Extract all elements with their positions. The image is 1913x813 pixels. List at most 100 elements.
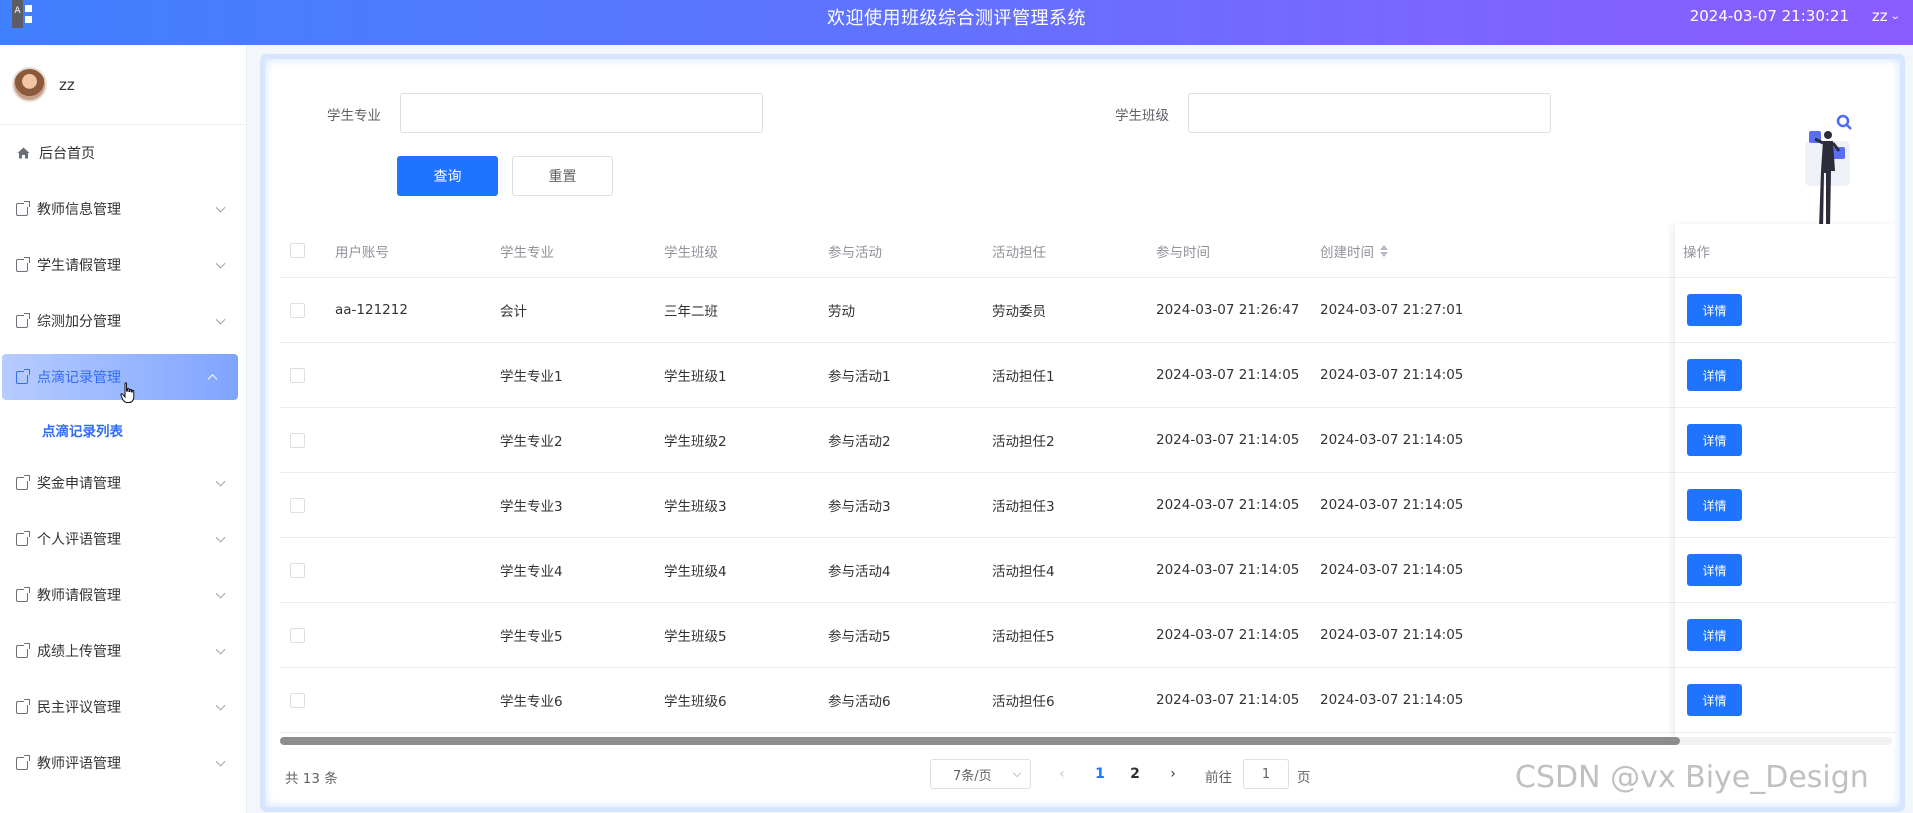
table-cell-role: 活动担任4 [992, 564, 1055, 580]
operations-row: 详情 [1675, 538, 1895, 603]
table-cell-major: 会计 [500, 304, 527, 320]
select-all-checkbox[interactable] [290, 243, 305, 258]
sidebar-item-teacher-info[interactable]: 教师信息管理 [0, 181, 246, 237]
chevron-left-icon[interactable]: ‹ [1047, 759, 1077, 789]
table-cell-join-time: 2024-03-07 21:14:05 [1156, 497, 1300, 513]
table-row: 学生专业6 学生班级6 参与活动6 活动担任6 2024-03-07 21:14:05 2… [280, 668, 1892, 733]
column-header: 参与时间 [1156, 244, 1210, 261]
document-icon [16, 530, 30, 546]
column-header-created[interactable]: 创建时间 [1320, 224, 1388, 277]
sidebar: zz 后台首页 教师信息管理 学生请假管理 综测加分管理 点滴记录管理 点滴记录… [0, 45, 247, 813]
horizontal-scrollbar[interactable] [280, 737, 1892, 745]
goto-label: 前往 [1205, 770, 1232, 786]
detail-button[interactable]: 详情 [1687, 554, 1742, 586]
chevron-down-icon [215, 202, 226, 213]
system-title: 欢迎使用班级综合测评管理系统 [827, 8, 1086, 29]
row-checkbox[interactable] [290, 302, 305, 318]
page-button-1[interactable]: 1 [1085, 759, 1115, 789]
operations-row: 详情 [1675, 408, 1895, 473]
row-checkbox[interactable] [290, 562, 305, 578]
table-cell-activity: 参与活动2 [828, 434, 891, 450]
sidebar-item-grades-upload[interactable]: 成绩上传管理 [0, 623, 246, 679]
table-cell-created: 2024-03-07 21:14:05 [1320, 367, 1464, 383]
column-header: 活动担任 [992, 244, 1046, 261]
submenu-item-label: 点滴记录列表 [42, 424, 123, 440]
table-row: 学生专业2 学生班级2 参与活动2 活动担任2 2024-03-07 21:14:05 2… [280, 408, 1892, 473]
column-header: 参与活动 [828, 244, 882, 261]
sidebar-item-personal-comments[interactable]: 个人评语管理 [0, 511, 246, 567]
table-row: 学生专业4 学生班级4 参与活动4 活动担任4 2024-03-07 21:14:05 2… [280, 538, 1892, 603]
sidebar-menu: 后台首页 教师信息管理 学生请假管理 综测加分管理 点滴记录管理 点滴记录列表 … [0, 125, 246, 791]
chevron-down-icon [215, 314, 226, 325]
table-cell-role: 活动担任3 [992, 499, 1055, 515]
table-cell-activity: 参与活动3 [828, 499, 891, 515]
page-size-select[interactable]: 7条/页 [930, 759, 1031, 789]
chevron-right-icon[interactable]: › [1158, 759, 1188, 789]
sidebar-item-student-leave[interactable]: 学生请假管理 [0, 237, 246, 293]
table-cell-activity: 参与活动6 [828, 694, 891, 710]
table-cell-major: 学生专业1 [500, 369, 563, 385]
class-search-input[interactable] [1188, 93, 1551, 133]
chevron-down-icon [215, 476, 226, 487]
row-checkbox[interactable] [290, 627, 305, 643]
sidebar-item-teacher-leave[interactable]: 教师请假管理 [0, 567, 246, 623]
reset-button[interactable]: 重置 [512, 156, 613, 196]
goto-page-input[interactable] [1243, 759, 1289, 789]
detail-button[interactable]: 详情 [1687, 684, 1742, 716]
document-icon [16, 586, 30, 602]
table-row: 学生专业3 学生班级3 参与活动3 活动担任3 2024-03-07 21:14:05 2… [280, 473, 1892, 538]
sidebar-item-teacher-comments[interactable]: 教师评语管理 [0, 735, 246, 791]
row-checkbox[interactable] [290, 692, 305, 708]
detail-button[interactable]: 详情 [1687, 359, 1742, 391]
chevron-down-icon [215, 644, 226, 655]
records-table: 用户账号 学生专业 学生班级 参与活动 活动担任 参与时间 创建时间 aa-12… [280, 224, 1892, 733]
table-cell-created: 2024-03-07 21:27:01 [1320, 302, 1464, 318]
chevron-down-icon: ⌄ [1889, 10, 1901, 22]
detail-button[interactable]: 详情 [1687, 619, 1742, 651]
table-header: 用户账号 学生专业 学生班级 参与活动 活动担任 参与时间 创建时间 [280, 224, 1892, 278]
avatar[interactable] [12, 67, 47, 102]
table-cell-activity: 参与活动1 [828, 369, 891, 385]
row-checkbox[interactable] [290, 367, 305, 383]
table-cell-join-time: 2024-03-07 21:14:05 [1156, 692, 1300, 708]
sidebar-item-label: 奖金申请管理 [37, 476, 121, 492]
table-cell-created: 2024-03-07 21:14:05 [1320, 432, 1464, 448]
major-search-input[interactable] [400, 93, 763, 133]
table-row: 学生专业1 学生班级1 参与活动1 活动担任1 2024-03-07 21:14:05 2… [280, 343, 1892, 408]
table-cell-created: 2024-03-07 21:14:05 [1320, 692, 1464, 708]
table-cell-activity: 劳动 [828, 304, 855, 320]
table-cell-major: 学生专业6 [500, 694, 563, 710]
table-cell-created: 2024-03-07 21:14:05 [1320, 497, 1464, 513]
table-cell-class: 三年二班 [664, 304, 718, 320]
sort-icon[interactable] [1380, 244, 1388, 257]
user-dropdown[interactable]: zz ⌄ [1872, 7, 1901, 25]
row-checkbox[interactable] [290, 432, 305, 448]
chevron-down-icon [215, 532, 226, 543]
page-button-2[interactable]: 2 [1120, 759, 1150, 789]
sidebar-item-democratic-review[interactable]: 民主评议管理 [0, 679, 246, 735]
sidebar-item-label: 点滴记录管理 [37, 370, 121, 386]
scrollbar-thumb[interactable] [280, 737, 1680, 745]
table-cell-activity: 参与活动5 [828, 629, 891, 645]
sidebar-item-scholarship[interactable]: 奖金申请管理 [0, 455, 246, 511]
table-cell-account: aa-121212 [335, 302, 408, 318]
row-checkbox[interactable] [290, 497, 305, 513]
detail-button[interactable]: 详情 [1687, 489, 1742, 521]
column-header: 用户账号 [335, 244, 389, 261]
document-icon [16, 368, 30, 384]
detail-button[interactable]: 详情 [1687, 424, 1742, 456]
column-header: 学生班级 [664, 244, 718, 261]
sidebar-item-home[interactable]: 后台首页 [0, 125, 246, 181]
table-body: aa-121212 会计 三年二班 劳动 劳动委员 2024-03-07 21:26:47… [280, 278, 1892, 733]
table-cell-major: 学生专业2 [500, 434, 563, 450]
operations-row: 详情 [1675, 603, 1895, 668]
query-button[interactable]: 查询 [397, 156, 498, 196]
table-cell-created: 2024-03-07 21:14:05 [1320, 562, 1464, 578]
main-panel: 学生专业 学生班级 查询 重置 用户账号 学生专业 学生班级 参与活动 活动担任… [260, 54, 1905, 812]
detail-button[interactable]: 详情 [1687, 294, 1742, 326]
chevron-down-icon [1012, 768, 1022, 778]
submenu-item-records-list[interactable]: 点滴记录列表 [0, 405, 246, 455]
sidebar-item-bonus-points[interactable]: 综测加分管理 [0, 293, 246, 349]
total-count: 共 13 条 [285, 771, 338, 787]
table-cell-join-time: 2024-03-07 21:26:47 [1156, 302, 1300, 318]
